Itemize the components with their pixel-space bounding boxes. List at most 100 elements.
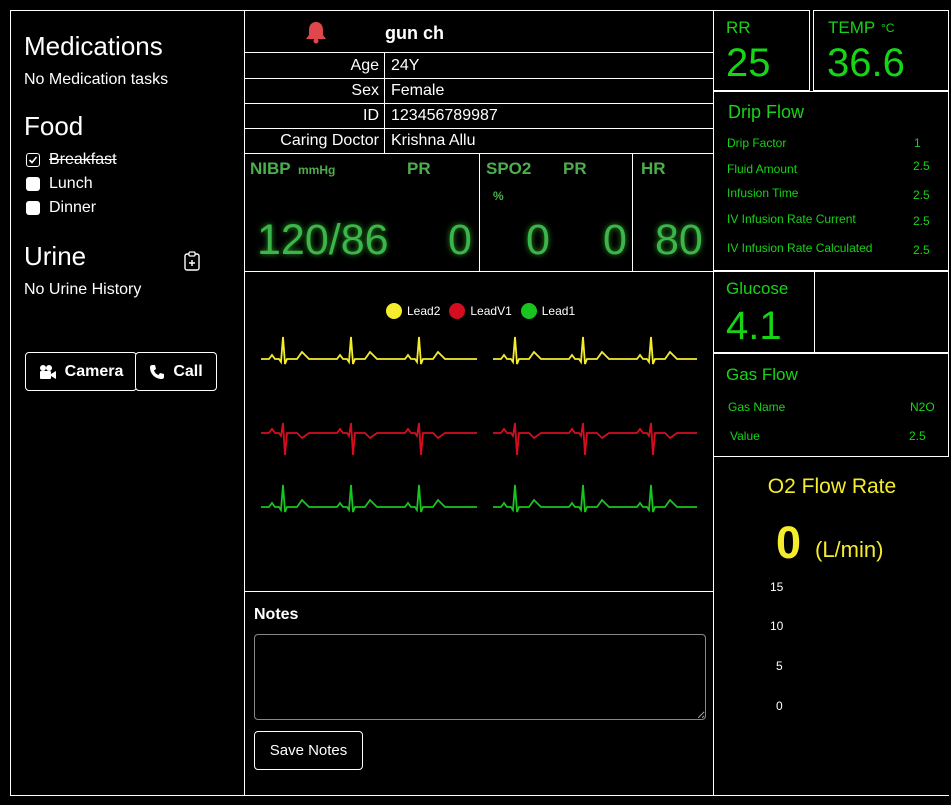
o2-tick-label: 0 bbox=[776, 699, 783, 713]
divider bbox=[245, 103, 713, 104]
save-notes-button[interactable]: Save Notes bbox=[254, 731, 363, 770]
notes-textarea[interactable] bbox=[254, 634, 706, 720]
caring-doctor-label: Caring Doctor bbox=[280, 132, 379, 149]
o2-flow-panel: O2 Flow Rate 0 (L/min) 15 10 5 0 bbox=[713, 457, 951, 797]
sex-value: Female bbox=[391, 82, 445, 99]
spo2-pr-value: 0 bbox=[603, 216, 627, 264]
spo2-unit: % bbox=[493, 189, 504, 203]
patient-name: gun ch bbox=[385, 23, 444, 43]
divider bbox=[245, 78, 713, 79]
phone-icon bbox=[150, 364, 165, 379]
gas-value-label: Value bbox=[730, 429, 760, 443]
empty-tile bbox=[814, 271, 949, 353]
infusion-time-label: Infusion Time bbox=[727, 186, 799, 200]
gas-name-value: N2O bbox=[910, 400, 935, 414]
divider bbox=[245, 271, 713, 272]
rr-tile: RR 25 bbox=[713, 10, 810, 91]
checkbox[interactable] bbox=[26, 201, 40, 215]
food-item-dinner[interactable]: Dinner bbox=[26, 199, 96, 217]
bell-icon[interactable] bbox=[305, 20, 327, 44]
checkbox-checked[interactable] bbox=[26, 153, 40, 167]
ecg-trace-lead2 bbox=[261, 336, 477, 365]
drip-flow-title: Drip Flow bbox=[728, 102, 805, 122]
gas-name-label: Gas Name bbox=[728, 400, 786, 414]
infusion-time-value: 2.5 bbox=[913, 188, 930, 202]
temp-value: 36.6 bbox=[827, 41, 905, 85]
age-label: Age bbox=[350, 57, 379, 74]
urine-title: Urine bbox=[24, 241, 87, 271]
divider bbox=[384, 52, 385, 153]
divider bbox=[245, 52, 713, 53]
spo2-pr-label: PR bbox=[563, 159, 587, 178]
video-camera-icon bbox=[39, 364, 56, 379]
ecg-waveforms bbox=[261, 336, 697, 513]
ecg-trace-lead2 bbox=[493, 336, 697, 365]
nibp-unit: mmHg bbox=[298, 163, 336, 177]
camera-button-label: Camera bbox=[64, 362, 124, 380]
hr-value: 80 bbox=[655, 216, 703, 264]
spo2-value: 0 bbox=[526, 216, 550, 264]
nibp-value: 120/86 bbox=[257, 216, 389, 264]
call-button-label: Call bbox=[173, 362, 203, 380]
nibp-pr-label: PR bbox=[407, 159, 431, 178]
clipboard-add-icon[interactable] bbox=[183, 251, 201, 271]
food-item-lunch[interactable]: Lunch bbox=[26, 175, 93, 193]
fluid-amount-value: 2.5 bbox=[913, 159, 930, 173]
food-item-breakfast[interactable]: Breakfast bbox=[26, 151, 117, 169]
urine-empty-text: No Urine History bbox=[24, 281, 142, 298]
checkbox[interactable] bbox=[26, 177, 40, 191]
divider bbox=[10, 795, 949, 796]
medications-empty-text: No Medication tasks bbox=[24, 71, 169, 88]
medications-title: Medications bbox=[24, 31, 163, 61]
food-title: Food bbox=[24, 111, 84, 141]
iv-rate-calculated-value: 2.5 bbox=[913, 243, 930, 257]
drip-factor-label: Drip Factor bbox=[727, 136, 787, 150]
nibp-label: NIBP bbox=[250, 159, 291, 178]
id-value: 123456789987 bbox=[391, 107, 498, 124]
hr-label: HR bbox=[641, 159, 666, 178]
rr-label: RR bbox=[726, 18, 751, 37]
o2-flow-value: 0 bbox=[776, 517, 802, 568]
caring-doctor-value: Krishna Allu bbox=[391, 132, 476, 149]
ecg-trace-leadv1 bbox=[261, 422, 477, 456]
temp-tile: TEMP °C 36.6 bbox=[813, 10, 949, 91]
iv-rate-calculated-label: IV Infusion Rate Calculated bbox=[727, 241, 873, 255]
gas-flow-tile: Gas Flow Gas Name N2O Value 2.5 bbox=[713, 353, 949, 457]
camera-button[interactable]: Camera bbox=[25, 352, 137, 391]
gas-flow-title: Gas Flow bbox=[726, 365, 798, 384]
call-button[interactable]: Call bbox=[135, 352, 217, 391]
ecg-trace-lead1 bbox=[493, 484, 697, 513]
age-value: 24Y bbox=[391, 57, 420, 74]
drip-factor-value: 1 bbox=[914, 136, 921, 150]
o2-tick-label: 5 bbox=[776, 659, 783, 673]
temp-label: TEMP bbox=[828, 18, 876, 37]
divider bbox=[632, 153, 633, 271]
divider bbox=[245, 128, 713, 129]
o2-tick-label: 10 bbox=[770, 619, 784, 633]
iv-rate-current-label: IV Infusion Rate Current bbox=[727, 212, 856, 226]
food-item-label: Breakfast bbox=[49, 151, 117, 168]
iv-rate-current-value: 2.5 bbox=[913, 214, 930, 228]
ecg-trace-lead1 bbox=[261, 484, 477, 513]
spo2-label: SPO2 bbox=[486, 159, 532, 178]
sex-label: Sex bbox=[351, 82, 379, 99]
rr-value: 25 bbox=[726, 41, 771, 85]
o2-flow-unit: (L/min) bbox=[815, 537, 884, 562]
o2-flow-title: O2 Flow Rate bbox=[767, 475, 897, 498]
gas-value-value: 2.5 bbox=[909, 429, 926, 443]
glucose-label: Glucose bbox=[726, 279, 789, 298]
drip-flow-tile: Drip Flow Drip Factor 1 Fluid Amount 2.5… bbox=[713, 91, 949, 271]
temp-unit: °C bbox=[881, 21, 895, 35]
id-label: ID bbox=[363, 107, 379, 124]
notes-title: Notes bbox=[254, 606, 299, 623]
food-item-label: Dinner bbox=[49, 199, 97, 216]
divider bbox=[245, 591, 713, 592]
check-icon bbox=[28, 156, 38, 164]
left-panel: Medications No Medication tasks Food Bre… bbox=[10, 10, 245, 796]
ecg-trace-leadv1 bbox=[493, 422, 697, 456]
o2-tick-label: 15 bbox=[770, 580, 784, 594]
fluid-amount-label: Fluid Amount bbox=[727, 162, 798, 176]
center-panel: gun ch Age 24Y Sex Female ID 12345678998… bbox=[244, 10, 714, 796]
glucose-value: 4.1 bbox=[726, 304, 782, 348]
divider bbox=[479, 153, 480, 271]
